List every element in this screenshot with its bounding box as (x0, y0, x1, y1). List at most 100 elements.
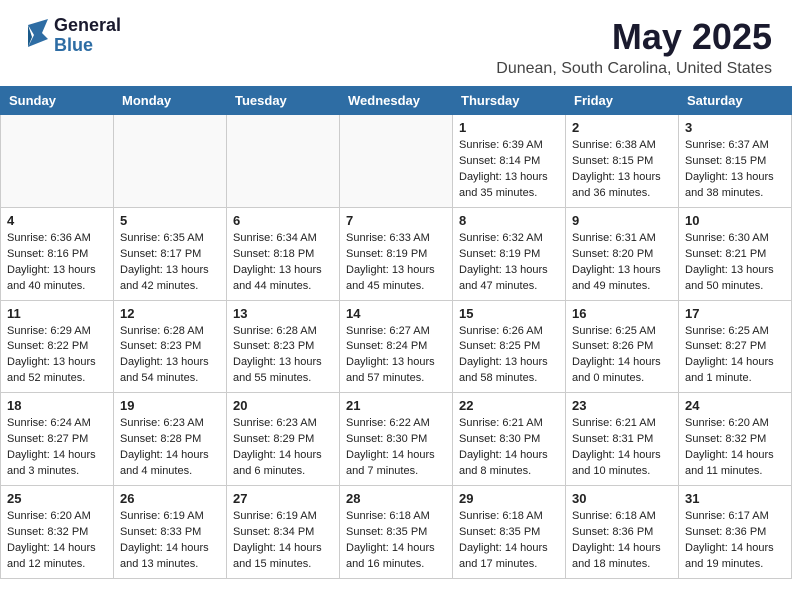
day-number: 8 (459, 213, 559, 228)
day-number: 28 (346, 491, 446, 506)
day-info: Sunrise: 6:22 AM Sunset: 8:30 PM Dayligh… (346, 416, 446, 480)
calendar-cell: 24 Sunrise: 6:20 AM Sunset: 8:32 PM Dayli… (679, 393, 792, 486)
calendar-cell (227, 115, 340, 208)
day-number: 20 (233, 398, 333, 413)
calendar-cell: 17 Sunrise: 6:25 AM Sunset: 8:27 PM Dayli… (679, 300, 792, 393)
month-year: May 2025 (496, 16, 772, 58)
calendar-cell: 18 Sunrise: 6:24 AM Sunset: 8:27 PM Dayli… (1, 393, 114, 486)
day-info: Sunrise: 6:38 AM Sunset: 8:15 PM Dayligh… (572, 138, 672, 202)
calendar-cell: 14 Sunrise: 6:27 AM Sunset: 8:24 PM Dayli… (340, 300, 453, 393)
calendar-cell: 26 Sunrise: 6:19 AM Sunset: 8:33 PM Dayli… (114, 486, 227, 579)
day-number: 15 (459, 306, 559, 321)
week-row-4: 18 Sunrise: 6:24 AM Sunset: 8:27 PM Dayli… (1, 393, 792, 486)
day-headers-row: SundayMondayTuesdayWednesdayThursdayFrid… (1, 87, 792, 115)
day-number: 10 (685, 213, 785, 228)
calendar-cell: 6 Sunrise: 6:34 AM Sunset: 8:18 PM Daylig… (227, 207, 340, 300)
day-number: 16 (572, 306, 672, 321)
day-number: 25 (7, 491, 107, 506)
day-info: Sunrise: 6:30 AM Sunset: 8:21 PM Dayligh… (685, 231, 785, 295)
logo-icon (20, 17, 52, 55)
day-number: 12 (120, 306, 220, 321)
day-info: Sunrise: 6:25 AM Sunset: 8:27 PM Dayligh… (685, 324, 785, 388)
day-number: 26 (120, 491, 220, 506)
location: Dunean, South Carolina, United States (496, 60, 772, 78)
day-number: 3 (685, 120, 785, 135)
day-number: 14 (346, 306, 446, 321)
calendar-cell: 11 Sunrise: 6:29 AM Sunset: 8:22 PM Dayli… (1, 300, 114, 393)
day-header-friday: Friday (566, 87, 679, 115)
day-number: 13 (233, 306, 333, 321)
week-row-2: 4Sunrise: 6:36 AM Sunset: 8:16 PM Daylig… (1, 207, 792, 300)
day-info: Sunrise: 6:35 AM Sunset: 8:17 PM Dayligh… (120, 231, 220, 295)
logo: General Blue (20, 16, 121, 56)
day-number: 29 (459, 491, 559, 506)
day-header-saturday: Saturday (679, 87, 792, 115)
calendar-cell: 8 Sunrise: 6:32 AM Sunset: 8:19 PM Daylig… (453, 207, 566, 300)
day-number: 11 (7, 306, 107, 321)
day-number: 17 (685, 306, 785, 321)
day-number: 9 (572, 213, 672, 228)
page-header: General Blue May 2025 Dunean, South Caro… (0, 0, 792, 86)
title-section: May 2025 Dunean, South Carolina, United … (496, 16, 772, 78)
day-info: Sunrise: 6:23 AM Sunset: 8:29 PM Dayligh… (233, 416, 333, 480)
calendar-cell: 23 Sunrise: 6:21 AM Sunset: 8:31 PM Dayli… (566, 393, 679, 486)
calendar-table: SundayMondayTuesdayWednesdayThursdayFrid… (0, 86, 792, 579)
day-info: Sunrise: 6:19 AM Sunset: 8:34 PM Dayligh… (233, 509, 333, 573)
day-number: 5 (120, 213, 220, 228)
logo-text: General Blue (54, 16, 121, 56)
calendar-body: 1 Sunrise: 6:39 AM Sunset: 8:14 PM Daylig… (1, 115, 792, 579)
calendar-cell (1, 115, 114, 208)
day-info: Sunrise: 6:39 AM Sunset: 8:14 PM Dayligh… (459, 138, 559, 202)
logo-general: General (54, 16, 121, 36)
day-number: 30 (572, 491, 672, 506)
day-info: Sunrise: 6:18 AM Sunset: 8:35 PM Dayligh… (459, 509, 559, 573)
day-info: Sunrise: 6:28 AM Sunset: 8:23 PM Dayligh… (233, 324, 333, 388)
calendar-cell: 12 Sunrise: 6:28 AM Sunset: 8:23 PM Dayli… (114, 300, 227, 393)
day-info: Sunrise: 6:28 AM Sunset: 8:23 PM Dayligh… (120, 324, 220, 388)
calendar-cell (340, 115, 453, 208)
calendar-cell: 22Sunrise: 6:21 AM Sunset: 8:30 PM Dayli… (453, 393, 566, 486)
week-row-5: 25Sunrise: 6:20 AM Sunset: 8:32 PM Dayli… (1, 486, 792, 579)
calendar-cell: 7 Sunrise: 6:33 AM Sunset: 8:19 PM Daylig… (340, 207, 453, 300)
day-number: 31 (685, 491, 785, 506)
day-number: 21 (346, 398, 446, 413)
day-info: Sunrise: 6:29 AM Sunset: 8:22 PM Dayligh… (7, 324, 107, 388)
calendar-cell: 2 Sunrise: 6:38 AM Sunset: 8:15 PM Daylig… (566, 115, 679, 208)
day-info: Sunrise: 6:17 AM Sunset: 8:36 PM Dayligh… (685, 509, 785, 573)
day-number: 1 (459, 120, 559, 135)
calendar-header: SundayMondayTuesdayWednesdayThursdayFrid… (1, 87, 792, 115)
day-number: 19 (120, 398, 220, 413)
calendar-cell: 25Sunrise: 6:20 AM Sunset: 8:32 PM Dayli… (1, 486, 114, 579)
calendar-cell: 3 Sunrise: 6:37 AM Sunset: 8:15 PM Daylig… (679, 115, 792, 208)
day-info: Sunrise: 6:24 AM Sunset: 8:27 PM Dayligh… (7, 416, 107, 480)
day-info: Sunrise: 6:37 AM Sunset: 8:15 PM Dayligh… (685, 138, 785, 202)
day-info: Sunrise: 6:19 AM Sunset: 8:33 PM Dayligh… (120, 509, 220, 573)
day-info: Sunrise: 6:21 AM Sunset: 8:31 PM Dayligh… (572, 416, 672, 480)
calendar-cell: 5 Sunrise: 6:35 AM Sunset: 8:17 PM Daylig… (114, 207, 227, 300)
calendar-cell: 28Sunrise: 6:18 AM Sunset: 8:35 PM Dayli… (340, 486, 453, 579)
day-number: 22 (459, 398, 559, 413)
day-header-thursday: Thursday (453, 87, 566, 115)
day-number: 7 (346, 213, 446, 228)
day-info: Sunrise: 6:32 AM Sunset: 8:19 PM Dayligh… (459, 231, 559, 295)
day-info: Sunrise: 6:27 AM Sunset: 8:24 PM Dayligh… (346, 324, 446, 388)
day-info: Sunrise: 6:25 AM Sunset: 8:26 PM Dayligh… (572, 324, 672, 388)
day-header-monday: Monday (114, 87, 227, 115)
day-number: 2 (572, 120, 672, 135)
calendar-cell: 16 Sunrise: 6:25 AM Sunset: 8:26 PM Dayli… (566, 300, 679, 393)
day-header-wednesday: Wednesday (340, 87, 453, 115)
day-number: 23 (572, 398, 672, 413)
day-info: Sunrise: 6:26 AM Sunset: 8:25 PM Dayligh… (459, 324, 559, 388)
day-info: Sunrise: 6:33 AM Sunset: 8:19 PM Dayligh… (346, 231, 446, 295)
day-info: Sunrise: 6:34 AM Sunset: 8:18 PM Dayligh… (233, 231, 333, 295)
calendar-cell: 29 Sunrise: 6:18 AM Sunset: 8:35 PM Dayli… (453, 486, 566, 579)
day-header-tuesday: Tuesday (227, 87, 340, 115)
day-header-sunday: Sunday (1, 87, 114, 115)
day-number: 6 (233, 213, 333, 228)
day-info: Sunrise: 6:20 AM Sunset: 8:32 PM Dayligh… (685, 416, 785, 480)
day-number: 18 (7, 398, 107, 413)
calendar-cell: 4Sunrise: 6:36 AM Sunset: 8:16 PM Daylig… (1, 207, 114, 300)
day-number: 24 (685, 398, 785, 413)
logo-blue: Blue (54, 36, 121, 56)
calendar-cell: 15 Sunrise: 6:26 AM Sunset: 8:25 PM Dayli… (453, 300, 566, 393)
